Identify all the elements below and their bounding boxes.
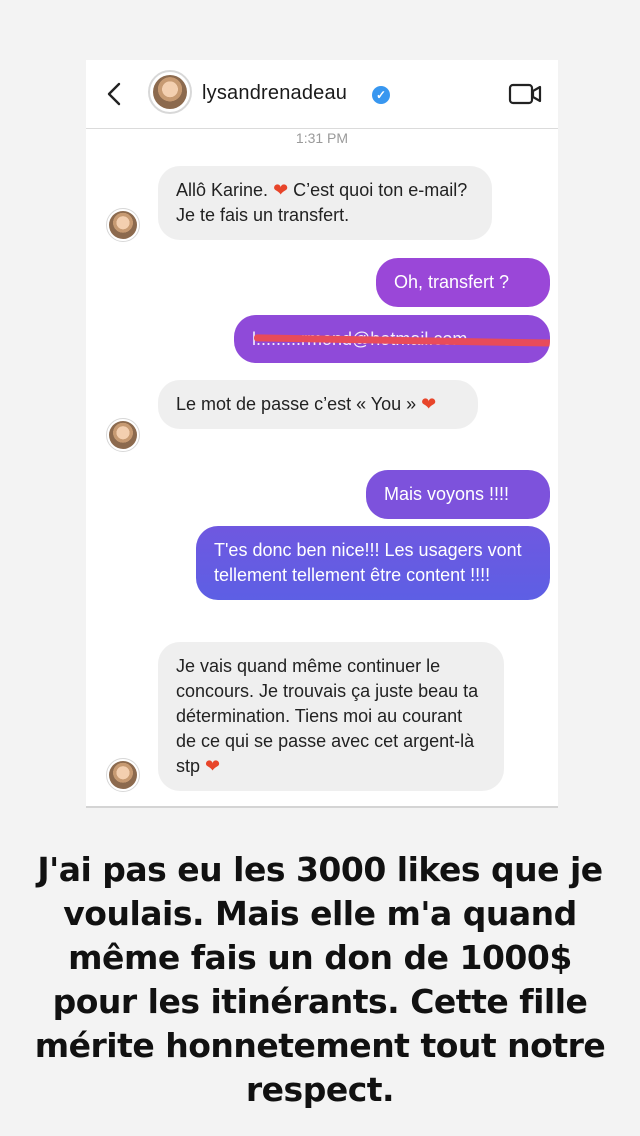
message-received[interactable]: Allô Karine. ❤ C’est quoi ton e-mail? Je… — [158, 166, 492, 240]
message-text: Mais voyons !!!! — [384, 484, 510, 504]
message-text: Le mot de passe c’est « You » ❤ — [176, 394, 437, 414]
message-timestamp: 1:31 PM — [295, 130, 349, 146]
sender-avatar[interactable] — [106, 208, 140, 242]
heart-icon: ❤ — [421, 394, 437, 414]
message-sent[interactable]: T'es donc ben nice!!! Les usagers vont t… — [196, 526, 550, 600]
message-sent-email[interactable]: l.........rmond@hotmail.com — [234, 315, 550, 363]
sender-avatar[interactable] — [106, 418, 140, 452]
message-text: T'es donc ben nice!!! Les usagers vont t… — [214, 540, 522, 585]
message-text: Je vais quand même continuer le concours… — [176, 656, 479, 776]
video-camera-icon[interactable] — [508, 82, 542, 106]
chat-header: lysandrenadeau ✓ — [86, 60, 558, 128]
heart-icon: ❤ — [205, 756, 221, 776]
sender-avatar[interactable] — [106, 758, 140, 792]
header-divider — [86, 128, 558, 129]
message-sent[interactable]: Oh, transfert ? — [376, 258, 550, 307]
chevron-left-icon[interactable] — [104, 82, 126, 106]
verified-badge-icon: ✓ — [372, 86, 390, 104]
avatar[interactable] — [148, 70, 192, 114]
username[interactable]: lysandrenadeau — [202, 82, 347, 105]
message-received[interactable]: Le mot de passe c’est « You » ❤ — [158, 380, 478, 429]
message-received[interactable]: Je vais quand même continuer le concours… — [158, 642, 504, 791]
card-bottom-divider — [86, 806, 558, 808]
story-caption: J'ai pas eu les 3000 likes que je voulai… — [34, 850, 606, 1109]
message-text: Allô Karine. ❤ C’est quoi ton e-mail? Je… — [176, 180, 468, 225]
dm-screenshot-card: lysandrenadeau ✓ 1:31 PM Allô Karine. ❤ … — [86, 60, 558, 806]
message-text: Oh, transfert ? — [394, 272, 510, 292]
message-sent[interactable]: Mais voyons !!!! — [366, 470, 550, 519]
heart-icon: ❤ — [273, 180, 289, 200]
